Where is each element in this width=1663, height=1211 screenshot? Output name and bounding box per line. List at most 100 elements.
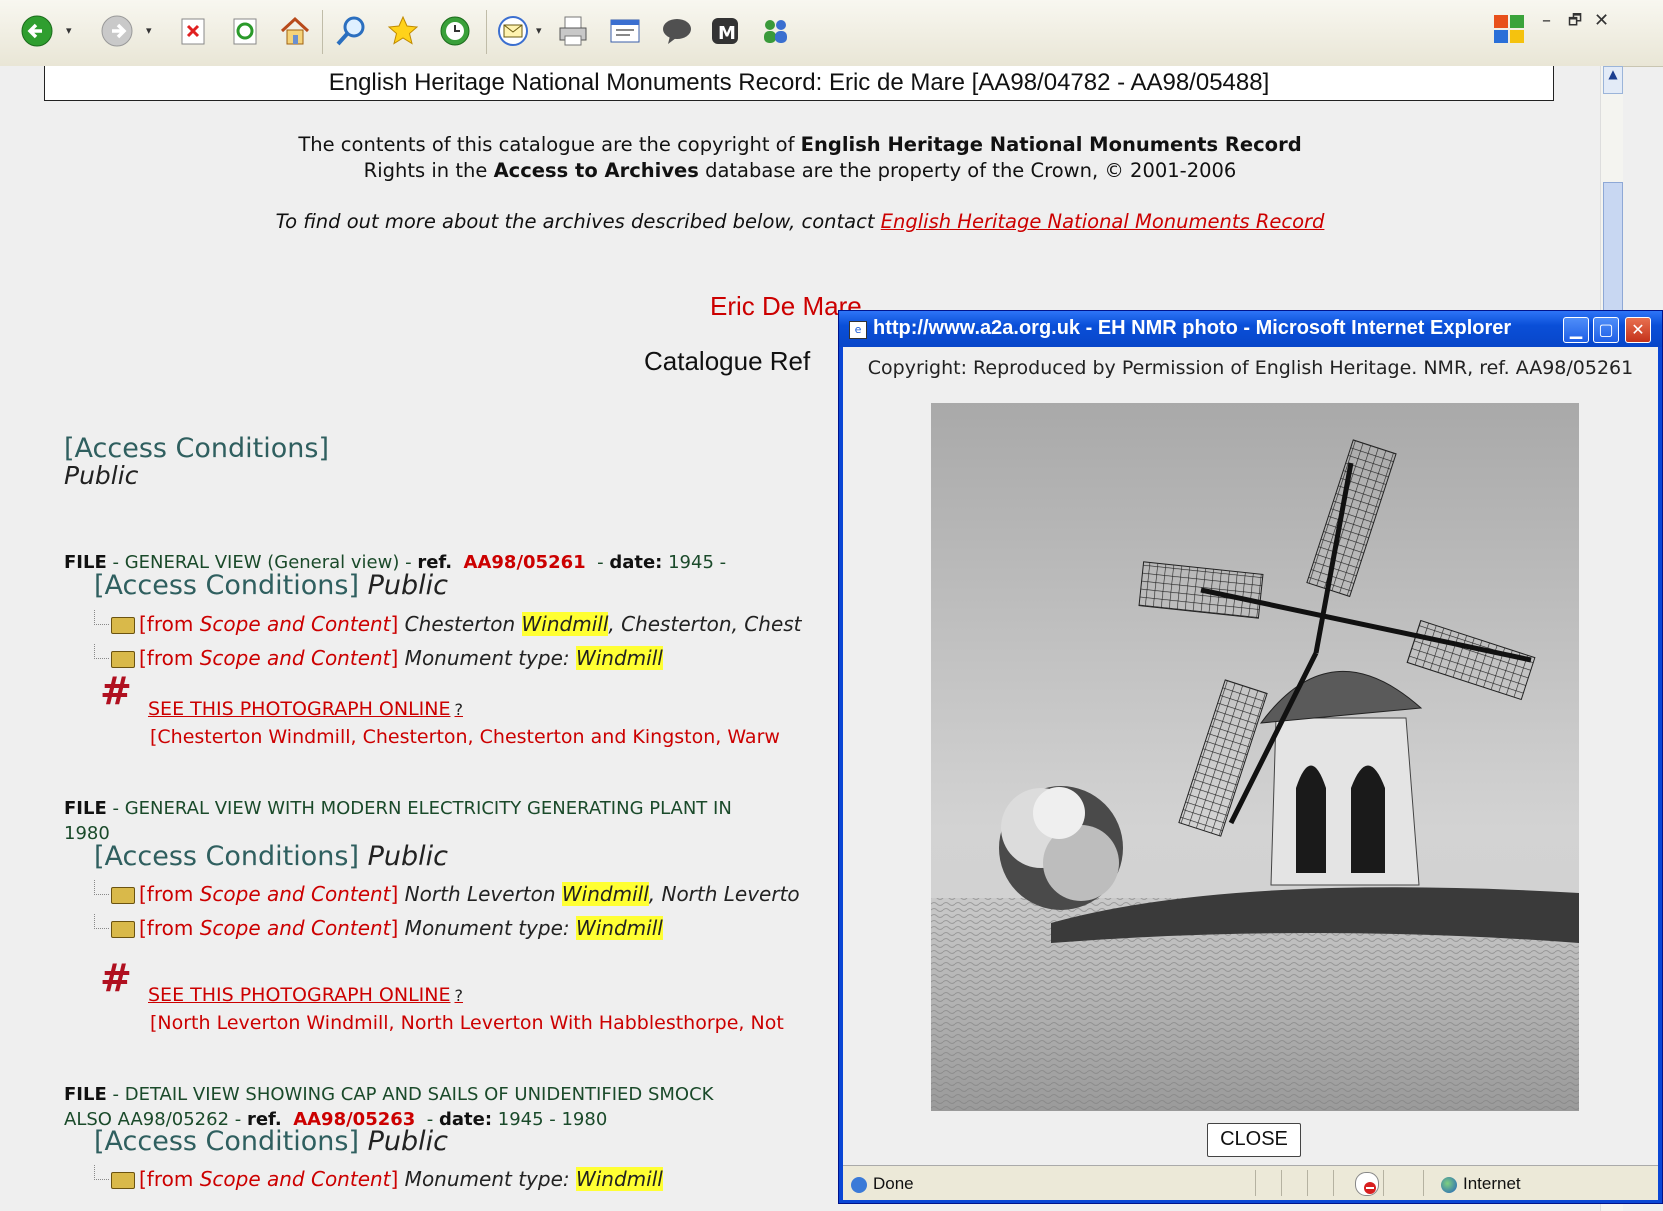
- windows-logo: [1492, 12, 1526, 46]
- access-conditions-heading: [Access Conditions]: [64, 433, 329, 464]
- copyright-line-2: Rights in the Access to Archives databas…: [0, 159, 1600, 182]
- access-heading: [Access Conditions]: [94, 841, 359, 872]
- windmill-photo: [931, 403, 1579, 1111]
- window-restore-button[interactable]: 🗗: [1568, 10, 1582, 35]
- window-minimize-button[interactable]: –: [1542, 10, 1551, 31]
- search-icon[interactable]: [334, 14, 368, 48]
- popup-minimize-button[interactable]: ▁: [1563, 317, 1589, 343]
- see-photograph-online-link[interactable]: SEE THIS PHOTOGRAPH ONLINE?: [148, 698, 463, 720]
- scope-text: Monument type:: [398, 916, 576, 940]
- forward-icon[interactable]: [100, 14, 134, 48]
- photo-copyright: Copyright: Reproduced by Permission of E…: [867, 357, 1634, 379]
- favorites-icon[interactable]: [386, 14, 420, 48]
- rights-text: Rights in the: [363, 159, 494, 182]
- scope-text: North Leverton: [398, 882, 562, 906]
- catalogue-ref-heading: Catalogue Ref: [644, 346, 811, 376]
- security-zone: Internet: [1441, 1174, 1521, 1194]
- scope-from: [from: [139, 1167, 200, 1191]
- popup-status-bar: Done Internet: [843, 1165, 1658, 1200]
- date-value: 1945 -: [662, 552, 727, 573]
- status-text: Done: [873, 1174, 914, 1193]
- rights-text-end: database are the property of the Crown, …: [698, 159, 1237, 182]
- folder-icon: [111, 617, 135, 634]
- back-dropdown-icon[interactable]: ▾: [66, 24, 72, 37]
- catalogue-banner: English Heritage National Monuments Reco…: [44, 66, 1554, 101]
- ie-status-icon: [851, 1176, 867, 1193]
- photo-caption: [North Leverton Windmill, North Leverton…: [150, 1012, 784, 1034]
- photo-popup-window: e http://www.a2a.org.uk - EH NMR photo -…: [838, 310, 1663, 1204]
- access-value: Public: [367, 570, 448, 601]
- file-label: FILE: [64, 1084, 107, 1105]
- popup-blocked-icon[interactable]: [1355, 1172, 1379, 1196]
- tree-connector: [94, 1165, 109, 1180]
- file-entry-3: FILE - DETAIL VIEW SHOWING CAP AND SAILS…: [64, 1084, 713, 1105]
- scope-from: [from: [139, 612, 200, 636]
- scope-from: [from: [139, 646, 200, 670]
- stop-icon[interactable]: [176, 14, 210, 48]
- print-icon[interactable]: [556, 14, 590, 48]
- scope-label: Scope and Content: [199, 1167, 391, 1191]
- access-conditions-value: Public: [64, 461, 139, 490]
- find-out-text: To find out more about the archives desc…: [275, 210, 881, 233]
- popup-close-button[interactable]: ✕: [1625, 317, 1651, 343]
- status-cell: [1307, 1170, 1308, 1196]
- status-cell: [1255, 1170, 1256, 1196]
- folder-icon: [111, 921, 135, 938]
- access-heading: [Access Conditions]: [94, 570, 359, 601]
- window-close-button[interactable]: ✕: [1594, 10, 1609, 31]
- search-highlight: Windmill: [521, 612, 609, 636]
- link-label[interactable]: SEE THIS PHOTOGRAPH ONLINE: [148, 984, 450, 1006]
- search-highlight: Windmill: [575, 646, 663, 670]
- messenger-icon[interactable]: M: [708, 14, 742, 48]
- history-icon[interactable]: [438, 14, 472, 48]
- refresh-icon[interactable]: [228, 14, 262, 48]
- help-icon[interactable]: ?: [454, 986, 463, 1005]
- ie-page-icon: e: [849, 321, 867, 339]
- scope-item: [from Scope and Content] Monument type: …: [94, 644, 663, 670]
- photo-caption: [Chesterton Windmill, Chesterton, Cheste…: [150, 726, 780, 748]
- status-cell: [1333, 1170, 1334, 1196]
- forward-dropdown-icon[interactable]: ▾: [146, 24, 152, 37]
- entry-access-conditions: [Access Conditions] Public: [94, 841, 448, 872]
- status-done: Done: [851, 1174, 914, 1194]
- back-icon[interactable]: [20, 14, 54, 48]
- home-icon[interactable]: [278, 14, 312, 48]
- scope-text: Monument type:: [398, 1167, 576, 1191]
- toolbar-separator: [486, 10, 487, 54]
- file-entry-2: FILE - GENERAL VIEW WITH MODERN ELECTRIC…: [64, 798, 732, 819]
- zone-text: Internet: [1463, 1174, 1521, 1193]
- contacts-icon[interactable]: [758, 14, 792, 48]
- scope-item: [from Scope and Content] North Leverton …: [94, 880, 800, 906]
- browser-toolbar: ▾ ▾ ▾ M – 🗗 ✕: [0, 0, 1663, 67]
- date-label: date:: [609, 552, 663, 573]
- english-heritage-logo-icon: #: [100, 956, 132, 1000]
- scope-text-end: , Chesterton, Chest: [608, 612, 802, 636]
- scope-item: [from Scope and Content] Monument type: …: [94, 1165, 663, 1191]
- popup-title-bar[interactable]: e http://www.a2a.org.uk - EH NMR photo -…: [839, 311, 1662, 347]
- scroll-up-button[interactable]: ▲: [1603, 66, 1623, 94]
- scope-from: [from: [139, 916, 200, 940]
- copyright-line-1: The contents of this catalogue are the c…: [0, 133, 1600, 156]
- scope-item: [from Scope and Content] Chesterton Wind…: [94, 610, 802, 636]
- english-heritage-logo-icon: #: [100, 669, 132, 713]
- status-cell: [1423, 1170, 1424, 1196]
- scope-label: Scope and Content: [199, 882, 391, 906]
- close-popup-button[interactable]: CLOSE: [1207, 1123, 1301, 1157]
- popup-maximize-button[interactable]: ▢: [1593, 317, 1619, 343]
- access-heading: [Access Conditions]: [94, 1126, 359, 1157]
- mail-icon[interactable]: [496, 14, 530, 48]
- help-icon[interactable]: ?: [454, 700, 463, 719]
- tree-connector: [94, 610, 109, 625]
- see-photograph-online-link[interactable]: SEE THIS PHOTOGRAPH ONLINE?: [148, 984, 463, 1006]
- edit-icon[interactable]: [608, 14, 642, 48]
- discuss-icon[interactable]: [660, 14, 694, 48]
- search-highlight: Windmill: [575, 1167, 663, 1191]
- mail-dropdown-icon[interactable]: ▾: [536, 24, 542, 37]
- database-name: Access to Archives: [493, 159, 699, 182]
- entry-access-conditions: [Access Conditions] Public: [94, 1126, 448, 1157]
- contact-link[interactable]: English Heritage National Monuments Reco…: [881, 210, 1325, 233]
- scope-label: Scope and Content: [199, 612, 391, 636]
- file-label: FILE: [64, 798, 107, 819]
- scope-label: Scope and Content: [199, 646, 391, 670]
- link-label[interactable]: SEE THIS PHOTOGRAPH ONLINE: [148, 698, 450, 720]
